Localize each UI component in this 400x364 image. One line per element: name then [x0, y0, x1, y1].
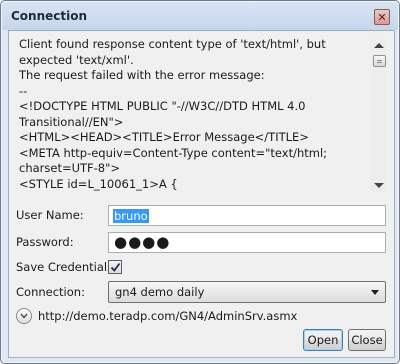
close-icon[interactable]: ✕ — [374, 9, 390, 25]
title-bar: Connection ✕ — [2, 2, 398, 30]
scroll-down-arrow-icon[interactable] — [374, 183, 384, 188]
error-message-text: Client found response content type of 't… — [19, 37, 328, 191]
error-message-box: Client found response content type of 't… — [18, 34, 387, 192]
password-value: ●●●● — [114, 233, 171, 251]
connection-dialog: Connection ✕ Client found response conte… — [0, 0, 400, 364]
user-name-label: User Name: — [16, 208, 84, 222]
connection-label: Connection: — [16, 285, 85, 299]
password-label: Password: — [16, 235, 74, 249]
checkmark-icon — [110, 262, 121, 272]
expand-details-button[interactable] — [16, 308, 32, 324]
chevron-down-icon — [20, 313, 28, 319]
scroll-up-arrow-icon[interactable] — [374, 43, 384, 48]
user-name-input[interactable]: bruno — [108, 205, 386, 226]
password-input[interactable]: ●●●● — [108, 232, 386, 253]
chevron-down-icon — [371, 290, 379, 295]
save-credentials-checkbox[interactable] — [108, 260, 122, 274]
dialog-title: Connection — [11, 9, 88, 23]
save-credentials-label: Save Credentials: — [16, 260, 117, 274]
user-name-value: bruno — [113, 209, 149, 223]
connection-dropdown[interactable]: gn4 demo daily — [108, 281, 386, 303]
dialog-body: Client found response content type of 't… — [8, 30, 395, 358]
close-button[interactable]: Close — [348, 329, 386, 351]
scroll-thumb[interactable] — [373, 55, 386, 67]
service-url: http://demo.teradp.com/GN4/AdminSrv.asmx — [38, 309, 298, 323]
message-scrollbar[interactable] — [371, 39, 387, 192]
close-glyph: ✕ — [377, 10, 387, 24]
connection-selected-value: gn4 demo daily — [115, 285, 205, 299]
open-button[interactable]: Open — [303, 329, 343, 351]
